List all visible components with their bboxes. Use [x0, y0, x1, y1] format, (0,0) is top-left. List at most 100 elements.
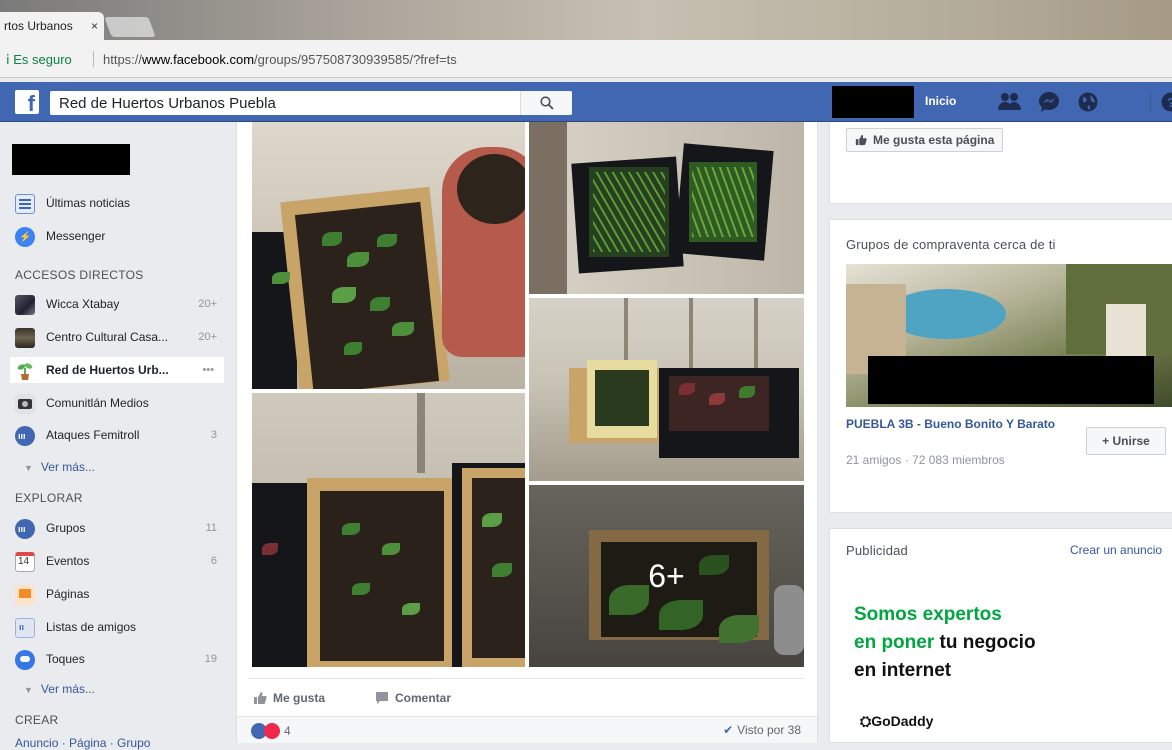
sidebar-item-groups[interactable]: ııı Grupos 11 — [15, 515, 227, 541]
sidebar-item-count: 20+ — [198, 324, 217, 350]
sidebar-item-friend-lists[interactable]: ıı Listas de amigos — [15, 614, 227, 640]
post-actions: Me gusta Comentar — [249, 678, 805, 714]
search-icon — [540, 96, 554, 110]
sidebar-item-label: Messenger — [46, 223, 105, 249]
comment-icon — [375, 691, 389, 705]
sidebar-item-label: Centro Cultural Casa... — [46, 324, 168, 350]
sidebar-item-label: Ataques Femitroll — [46, 422, 139, 448]
ad-brand-name: GoDaddy — [871, 713, 933, 729]
sidebar-item-news-feed[interactable]: Últimas noticias — [15, 190, 227, 216]
sidebar-item-messenger[interactable]: ⚡ Messenger — [15, 223, 227, 249]
help-icon[interactable]: ? — [1161, 92, 1172, 112]
see-more-label: Ver más... — [41, 460, 95, 474]
url-domain: www.facebook.com — [142, 52, 254, 67]
search-input[interactable] — [50, 91, 520, 115]
groups-icon: ııı — [15, 519, 35, 539]
new-tab-button[interactable] — [104, 17, 155, 37]
sidebar-item-shortcut[interactable]: Wicca Xtabay 20+ — [15, 291, 227, 317]
sidebar-item-count: 19 — [205, 646, 217, 672]
ad-line-1: Somos expertos — [854, 601, 1036, 629]
tab-close-icon[interactable]: × — [91, 12, 98, 40]
page-like-card: Me gusta esta página — [829, 122, 1172, 204]
sidebar-item-shortcut[interactable]: ııı Ataques Femitroll 3 — [15, 422, 227, 448]
post-photo[interactable] — [529, 122, 804, 294]
home-link[interactable]: Inicio — [925, 94, 956, 108]
reactions[interactable]: 4 — [251, 723, 291, 739]
sidebar-item-label: Páginas — [46, 581, 89, 607]
secure-label: Es seguro — [13, 52, 72, 67]
messenger-icon[interactable] — [1038, 92, 1060, 112]
suggested-groups-title: Grupos de compraventa cerca de ti — [846, 237, 1056, 252]
godaddy-icon: ⛭ — [860, 713, 871, 729]
explore-heading: EXPLORAR — [15, 491, 83, 505]
sidebar-item-label: Red de Huertos Urb... — [46, 357, 169, 383]
join-group-button[interactable]: + Unirse — [1086, 427, 1166, 455]
group-cover-photo[interactable] — [846, 264, 1172, 407]
sidebar-item-label: Listas de amigos — [46, 614, 136, 640]
create-ad-link[interactable]: Crear un anuncio — [1070, 543, 1162, 557]
create-links[interactable]: Anuncio · Página · Grupo — [15, 736, 150, 750]
options-icon[interactable]: ••• — [202, 357, 214, 383]
left-sidebar: Últimas noticias ⚡ Messenger ACCESOS DIR… — [0, 122, 232, 743]
post-photo[interactable] — [252, 393, 525, 667]
see-more-link[interactable]: ▼Ver más... — [24, 460, 95, 474]
sidebar-item-shortcut-active[interactable]: Red de Huertos Urb... ••• — [10, 357, 224, 383]
secure-indicator[interactable]: ⅰ Es seguro — [6, 52, 72, 68]
comment-button[interactable]: Comentar — [375, 691, 451, 705]
news-feed-icon — [15, 194, 35, 214]
group-thumbnail-icon — [15, 295, 35, 315]
sidebar-item-count: 20+ — [198, 291, 217, 317]
sidebar-item-events[interactable]: 14 Eventos 6 — [15, 548, 227, 574]
svg-text:?: ? — [1167, 95, 1172, 110]
poke-icon — [15, 650, 35, 670]
url-scheme: https:// — [103, 52, 142, 67]
sidebar-item-label: Últimas noticias — [46, 190, 130, 216]
header-divider — [1150, 92, 1151, 112]
checkmark-icon: ✔ — [723, 723, 733, 737]
search-box — [50, 91, 572, 115]
sidebar-item-label: Toques — [46, 646, 85, 672]
see-more-label: Ver más... — [41, 682, 95, 696]
more-photos-label: 6+ — [529, 485, 804, 667]
group-thumbnail-icon — [15, 328, 35, 348]
post-photo[interactable] — [252, 122, 525, 389]
flag-icon — [15, 585, 35, 605]
love-reaction-icon — [264, 723, 280, 739]
ad-line-2-green: en poner — [854, 632, 934, 653]
friend-requests-icon[interactable] — [997, 92, 1023, 112]
sidebar-item-shortcut[interactable]: Comunitlán Medios — [15, 390, 227, 416]
ad-brand-logo[interactable]: ⛭GoDaddy — [860, 713, 933, 730]
post-photo[interactable] — [529, 298, 804, 481]
redacted-profile-link[interactable] — [12, 144, 130, 175]
like-page-button[interactable]: Me gusta esta página — [846, 128, 1003, 152]
group-meta: 21 amigos · 72 083 miembros — [846, 453, 1005, 467]
sidebar-item-shortcut[interactable]: Centro Cultural Casa... 20+ — [15, 324, 227, 350]
like-button[interactable]: Me gusta — [253, 691, 325, 705]
thumbs-up-icon — [253, 691, 267, 705]
facebook-logo-icon[interactable]: f — [15, 90, 39, 114]
see-more-link[interactable]: ▼Ver más... — [24, 682, 95, 696]
redacted-group-label — [868, 356, 1154, 404]
sidebar-item-pokes[interactable]: Toques 19 — [15, 646, 227, 672]
post-photo-more[interactable]: 6+ — [529, 485, 804, 667]
redacted-profile-name — [832, 86, 914, 118]
camera-icon — [15, 394, 35, 414]
url-text[interactable]: https://www.facebook.com/groups/95750873… — [103, 52, 457, 67]
ads-card: Publicidad Crear un anuncio Somos expert… — [829, 528, 1172, 743]
sidebar-item-label: Eventos — [46, 548, 89, 574]
browser-tab[interactable]: rtos Urbanos × — [0, 12, 104, 40]
calendar-icon: 14 — [15, 552, 35, 572]
ad-headline[interactable]: Somos expertos en poner tu negocio en in… — [854, 601, 1036, 685]
tab-title: rtos Urbanos — [4, 19, 73, 33]
address-bar[interactable]: ⅰ Es seguro https://www.facebook.com/gro… — [0, 40, 1172, 78]
sidebar-item-pages[interactable]: Páginas — [15, 581, 227, 607]
group-name-link[interactable]: PUEBLA 3B - Bueno Bonito Y Barato — [846, 416, 1066, 432]
seen-by[interactable]: ✔Visto por 38 — [723, 723, 801, 737]
like-page-label: Me gusta esta página — [873, 133, 994, 147]
search-button[interactable] — [520, 91, 572, 115]
like-label: Me gusta — [273, 691, 325, 705]
ads-title: Publicidad — [846, 543, 908, 558]
sidebar-item-count: 6 — [211, 548, 217, 574]
notifications-globe-icon[interactable] — [1078, 92, 1098, 112]
reaction-summary-bar: 4 ✔Visto por 38 — [237, 716, 817, 743]
